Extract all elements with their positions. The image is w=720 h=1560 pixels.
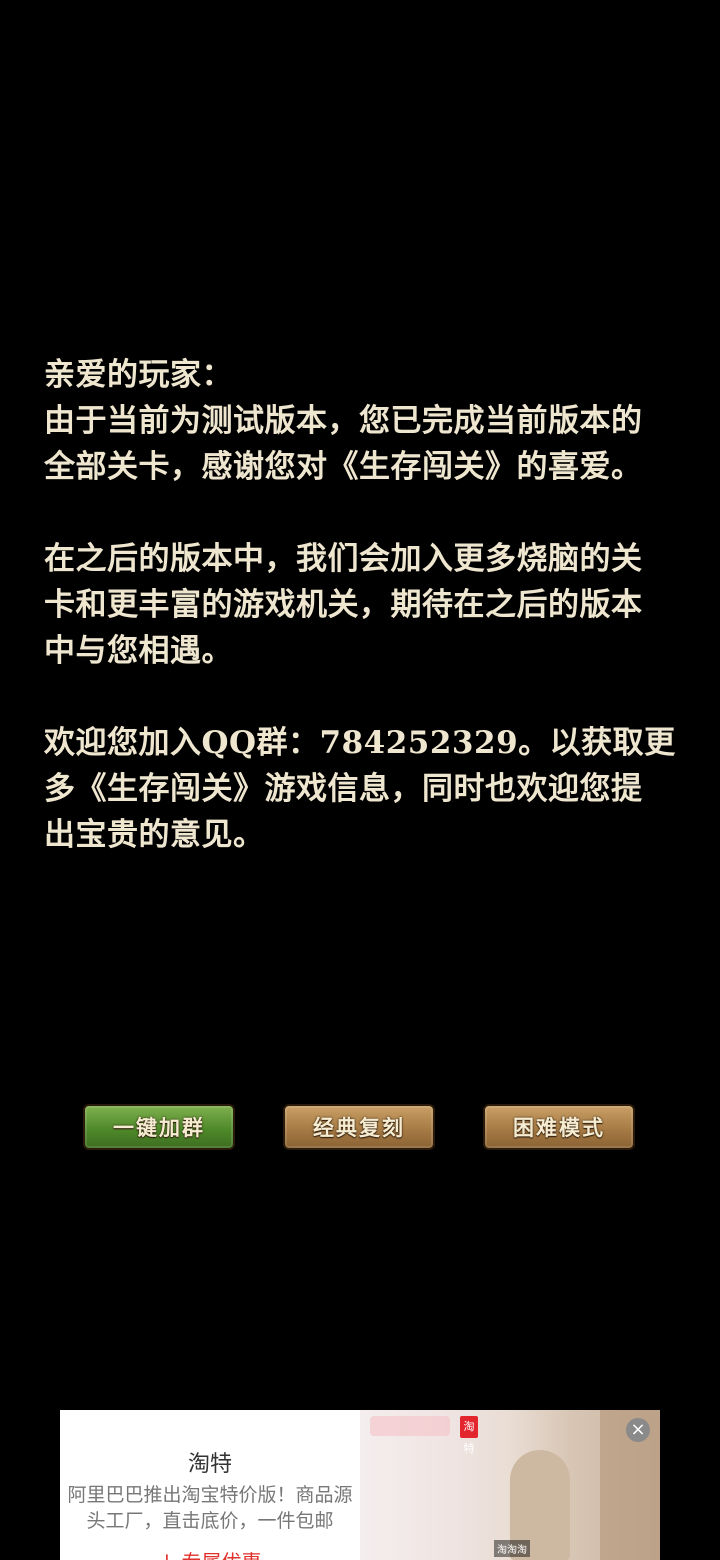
- ad-text-panel[interactable]: 淘特 阿里巴巴推出淘宝特价版！商品源头工厂，直击底价，一件包邮 ↓ 专属优惠: [60, 1410, 360, 1560]
- ad-image-caption: 淘淘淘: [494, 1540, 530, 1557]
- ad-title: 淘特: [187, 1452, 232, 1477]
- join-group-button[interactable]: 一键加群: [83, 1104, 235, 1150]
- ad-brand-badge: 淘特: [460, 1416, 478, 1455]
- message-paragraph-3: 欢迎您加入QQ群：784252329。以获取更 多《生存闯关》游戏信息，同时也欢…: [44, 725, 676, 853]
- message-paragraph-1: 由于当前为测试版本，您已完成当前版本的 全部关卡，感谢您对《生存闯关》的喜爱。: [44, 403, 643, 485]
- ad-cta[interactable]: ↓ 专属优惠: [60, 1546, 360, 1560]
- close-icon[interactable]: ×: [626, 1418, 650, 1442]
- classic-replay-button[interactable]: 经典复刻: [283, 1104, 435, 1150]
- greeting: 亲爱的玩家：: [44, 357, 233, 393]
- message-paragraph-2: 在之后的版本中，我们会加入更多烧脑的关 卡和更丰富的游戏机关，期待在之后的版本 …: [44, 541, 643, 669]
- completion-message: 亲爱的玩家： 由于当前为测试版本，您已完成当前版本的 全部关卡，感谢您对《生存闯…: [44, 352, 684, 858]
- ad-image-blur: [370, 1416, 450, 1436]
- ad-banner[interactable]: 淘特 阿里巴巴推出淘宝特价版！商品源头工厂，直击底价，一件包邮 ↓ 专属优惠 淘…: [60, 1410, 660, 1560]
- ad-description: 阿里巴巴推出淘宝特价版！商品源头工厂，直击底价，一件包邮: [67, 1484, 353, 1532]
- hard-mode-button[interactable]: 困难模式: [483, 1104, 635, 1150]
- ad-image[interactable]: 淘特 淘淘淘: [360, 1410, 660, 1560]
